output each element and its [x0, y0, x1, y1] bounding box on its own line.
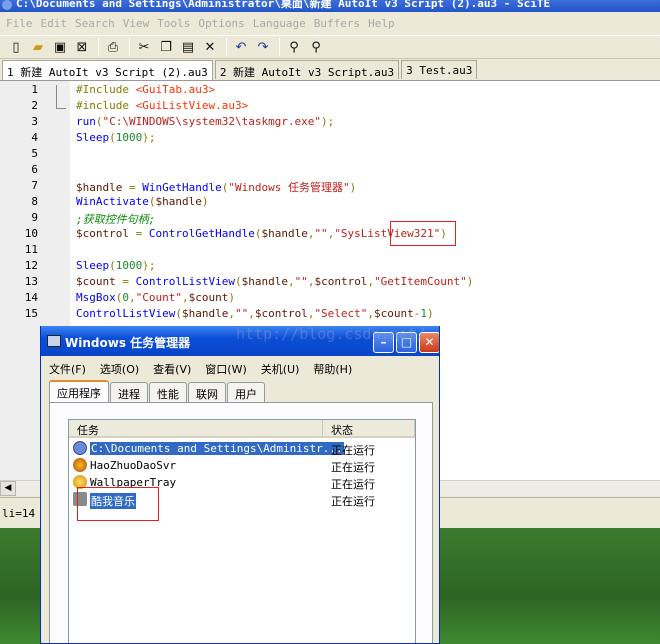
tab-networking[interactable]: 联网	[188, 382, 226, 402]
menu-language[interactable]: Language	[251, 14, 312, 34]
line-number: 14	[24, 291, 38, 304]
tab-processes[interactable]: 进程	[110, 382, 148, 402]
menu-options[interactable]: Options	[196, 14, 250, 34]
monitor-icon	[47, 335, 61, 347]
code-line-12: Sleep(1000);	[76, 259, 156, 272]
task-manager-tabs: 应用程序 进程 性能 联网 用户	[49, 380, 266, 402]
line-number: 2	[31, 99, 38, 112]
cut-icon[interactable]: ✂	[134, 37, 154, 57]
menu-edit[interactable]: Edit	[39, 14, 74, 34]
tm-menu-options[interactable]: 选项(O)	[100, 358, 139, 378]
line-number: 1	[31, 83, 38, 96]
close-file-icon[interactable]: ⊠	[72, 37, 92, 57]
code-line-7: $handle = WinGetHandle("Windows 任务管理器")	[76, 181, 357, 194]
line-number: 11	[24, 243, 38, 256]
list-item[interactable]: HaoZhuoDaoSvr 正在运行	[69, 457, 415, 474]
code-line-15: ControlListView($handle,"",$control,"Sel…	[76, 307, 434, 320]
tm-menu-help[interactable]: 帮助(H)	[313, 358, 352, 378]
toolbar-separator	[129, 38, 130, 56]
tab-performance[interactable]: 性能	[149, 382, 187, 402]
editor-menu-bar: File Edit Search View Tools Options Lang…	[0, 14, 660, 34]
list-item[interactable]: C:\Documents and Settings\Administr... 正…	[69, 440, 415, 457]
scroll-left-arrow-icon[interactable]: ◀	[0, 481, 16, 496]
menu-search[interactable]: Search	[73, 14, 121, 34]
line-number: 15	[24, 307, 38, 320]
line-number: 7	[31, 179, 38, 192]
task-manager-menu-bar: 文件(F) 选项(O) 查看(V) 窗口(W) 关机(U) 帮助(H)	[49, 358, 366, 378]
open-folder-icon[interactable]: ▰	[28, 37, 48, 57]
tm-menu-window[interactable]: 窗口(W)	[205, 358, 246, 378]
editor-tab-bar: 1 新建 AutoIt v3 Script (2).au3 2 新建 AutoI…	[0, 60, 660, 80]
line-number: 4	[31, 131, 38, 144]
scite-icon	[73, 441, 87, 455]
close-button[interactable]: ✕	[419, 332, 439, 353]
code-line-9: ;获取控件句柄;	[76, 213, 156, 226]
delete-icon[interactable]: ✕	[200, 37, 220, 57]
toolbar-separator	[226, 38, 227, 56]
tab-users[interactable]: 用户	[227, 382, 265, 402]
task-manager-window: Windows 任务管理器 – □ ✕ 文件(F) 选项(O) 查看(V) 窗口…	[40, 326, 440, 644]
tab-test[interactable]: 3 Test.au3	[401, 60, 478, 79]
task-manager-title-bar[interactable]: Windows 任务管理器 – □ ✕	[41, 326, 439, 356]
line-number: 9	[31, 211, 38, 224]
menu-buffers[interactable]: Buffers	[312, 14, 366, 34]
line-number: 12	[24, 259, 38, 272]
code-line-3: run("C:\WINDOWS\system32\taskmgr.exe");	[76, 115, 335, 128]
haozhuo-icon	[73, 458, 87, 472]
fold-marker[interactable]	[56, 85, 66, 109]
print-icon[interactable]: ⎙	[103, 37, 123, 57]
code-line-1: #Include <GuiTab.au3>	[76, 83, 216, 96]
code-line-14: MsgBox(0,"Count",$count)	[76, 291, 235, 304]
menu-file[interactable]: File	[4, 14, 39, 34]
red-highlight-box	[390, 221, 456, 246]
column-header-status[interactable]: 状态	[323, 420, 415, 438]
editor-title-text: C:\Documents and Settings\Administrator\…	[16, 0, 551, 10]
applications-panel: 任务 状态 C:\Documents and Settings\Administ…	[49, 402, 433, 643]
copy-icon[interactable]: ❐	[156, 37, 176, 57]
tm-menu-view[interactable]: 查看(V)	[153, 358, 191, 378]
red-highlight-box	[77, 487, 159, 521]
toolbar-separator	[279, 38, 280, 56]
replace-icon[interactable]: ⚲	[306, 37, 326, 57]
tab-script-2[interactable]: 1 新建 AutoIt v3 Script (2).au3	[2, 60, 213, 80]
menu-tools[interactable]: Tools	[155, 14, 196, 34]
minimize-button[interactable]: –	[373, 332, 394, 353]
column-header-task[interactable]: 任务	[69, 420, 323, 438]
menu-help[interactable]: Help	[366, 14, 401, 34]
line-number: 13	[24, 275, 38, 288]
tm-menu-shutdown[interactable]: 关机(U)	[261, 358, 300, 378]
tm-menu-file[interactable]: 文件(F)	[49, 358, 86, 378]
editor-title-bar[interactable]: C:\Documents and Settings\Administrator\…	[0, 0, 660, 12]
code-line-4: Sleep(1000);	[76, 131, 156, 144]
task-manager-title: Windows 任务管理器	[65, 336, 191, 350]
tab-applications[interactable]: 应用程序	[49, 380, 109, 402]
toolbar-separator	[98, 38, 99, 56]
tab-script[interactable]: 2 新建 AutoIt v3 Script.au3	[214, 60, 400, 79]
line-number: 6	[31, 163, 38, 176]
task-list[interactable]: 任务 状态 C:\Documents and Settings\Administ…	[68, 419, 416, 643]
maximize-button[interactable]: □	[396, 332, 417, 353]
line-number: 5	[31, 147, 38, 160]
line-number: 3	[31, 115, 38, 128]
find-icon[interactable]: ⚲	[284, 37, 304, 57]
code-line-8: WinActivate($handle)	[76, 195, 209, 208]
code-line-2: #include <GuiListView.au3>	[76, 99, 249, 112]
undo-icon[interactable]: ↶	[231, 37, 251, 57]
paste-icon[interactable]: ▤	[178, 37, 198, 57]
line-number: 10	[24, 227, 38, 240]
menu-view[interactable]: View	[121, 14, 156, 34]
redo-icon[interactable]: ↷	[253, 37, 273, 57]
code-line-13: $count = ControlListView($handle,"",$con…	[76, 275, 474, 288]
scite-app-icon	[2, 0, 12, 10]
editor-toolbar: ▯ ▰ ▣ ⊠ ⎙ ✂ ❐ ▤ ✕ ↶ ↷ ⚲ ⚲	[0, 35, 660, 59]
line-number: 8	[31, 195, 38, 208]
new-file-icon[interactable]: ▯	[6, 37, 26, 57]
save-icon[interactable]: ▣	[50, 37, 70, 57]
